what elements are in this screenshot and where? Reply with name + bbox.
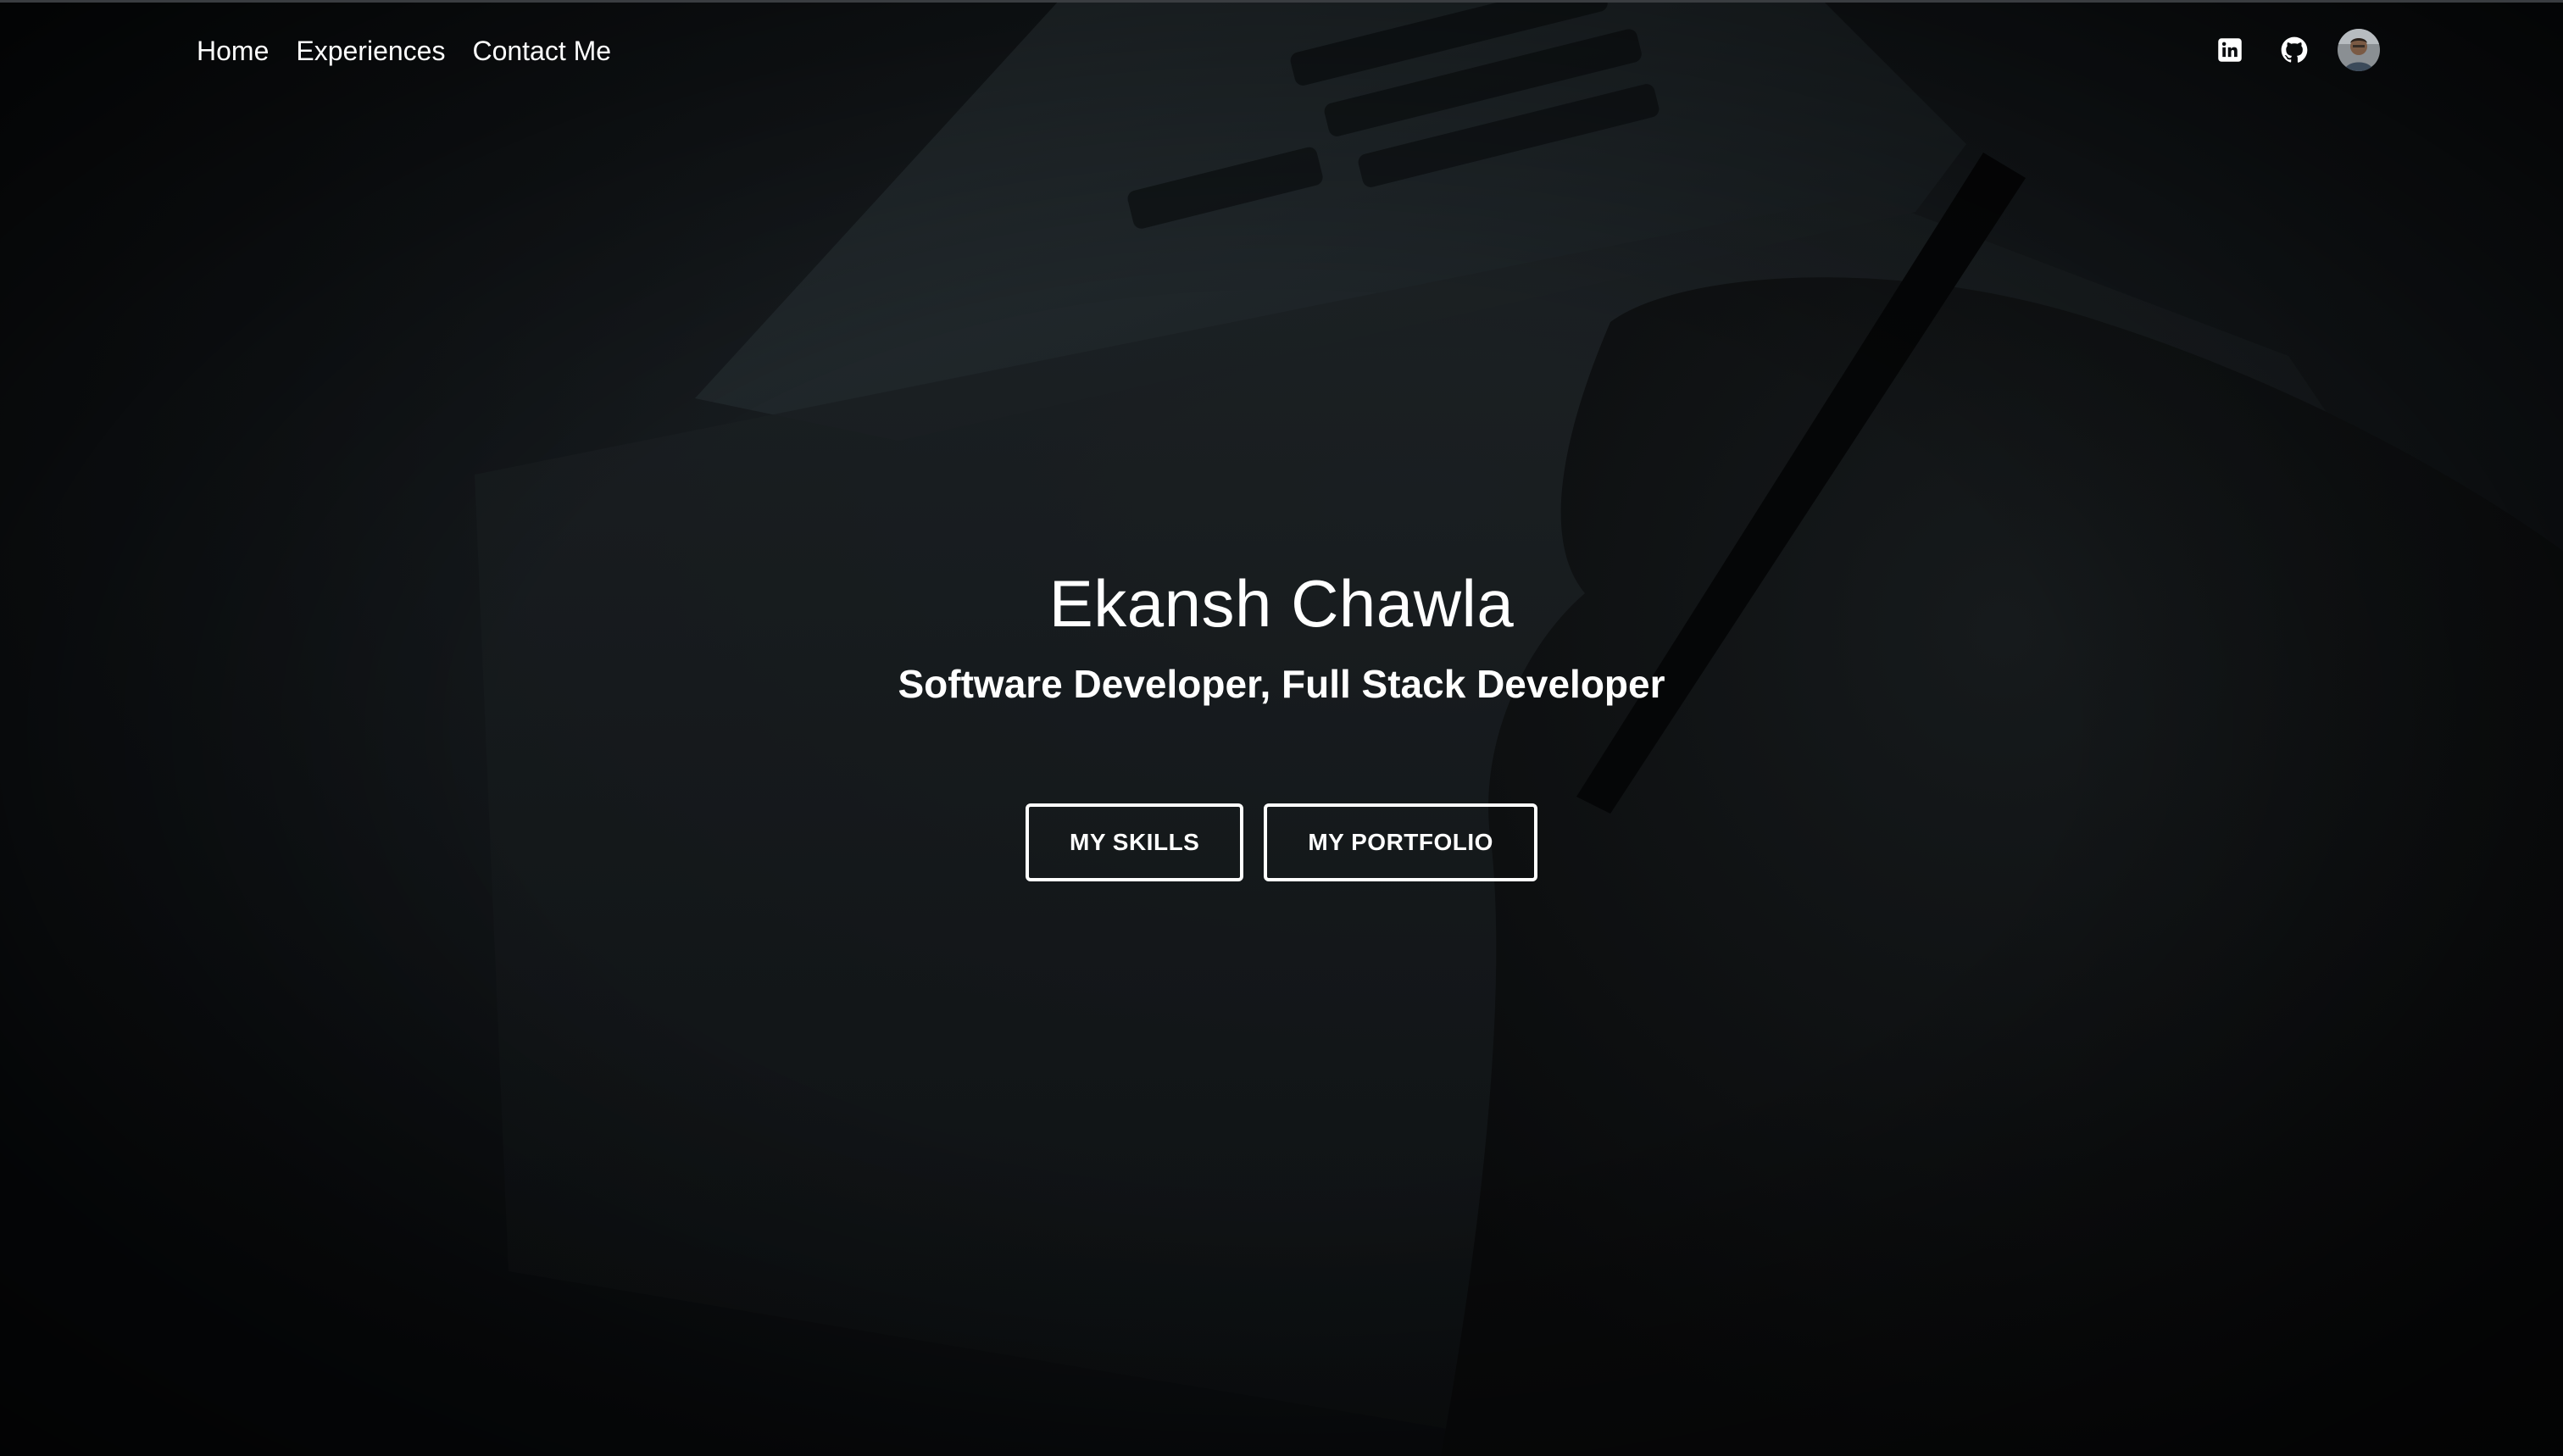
navbar: Home Experiences Contact Me	[0, 0, 2563, 105]
nav-link-experiences[interactable]: Experiences	[296, 31, 445, 71]
avatar[interactable]	[2338, 29, 2380, 71]
hero: Ekansh Chawla Software Developer, Full S…	[0, 559, 2563, 881]
page: Home Experiences Contact Me Ekansh Chawl…	[0, 0, 2563, 1456]
linkedin-icon[interactable]	[2209, 29, 2251, 71]
hero-buttons: MY SKILLS MY PORTFOLIO	[0, 803, 2563, 881]
hero-subtitle: Software Developer, Full Stack Developer	[898, 662, 1665, 706]
hero-name: Ekansh Chawla	[1048, 566, 1515, 641]
nav-link-contact[interactable]: Contact Me	[472, 31, 611, 71]
my-portfolio-button[interactable]: MY PORTFOLIO	[1264, 803, 1537, 881]
nav-links: Home Experiences Contact Me	[197, 31, 611, 71]
nav-link-home[interactable]: Home	[197, 31, 269, 71]
my-skills-button[interactable]: MY SKILLS	[1026, 803, 1244, 881]
nav-social	[2209, 29, 2380, 71]
github-icon[interactable]	[2273, 29, 2316, 71]
